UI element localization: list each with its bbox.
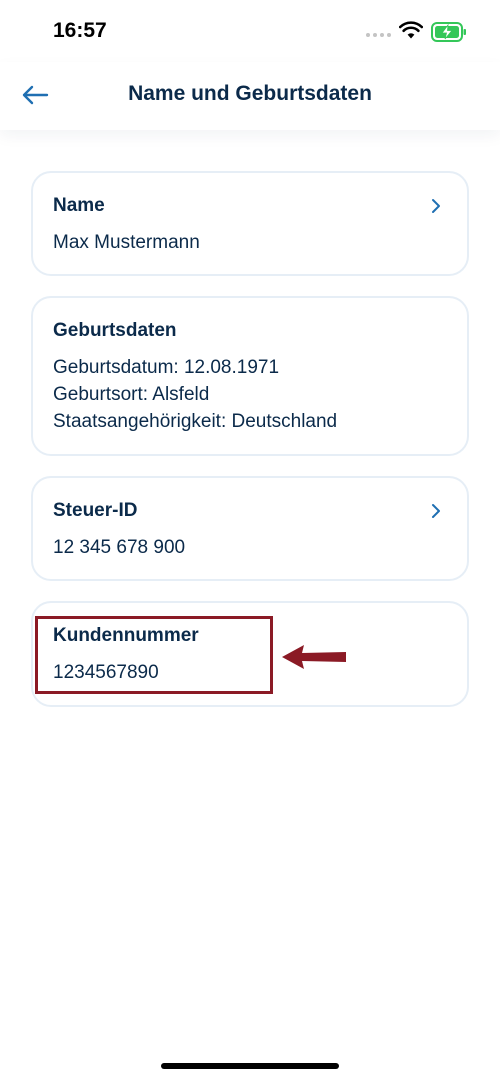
tax-card-title: Steuer-ID xyxy=(53,500,138,521)
chevron-right-icon xyxy=(431,503,441,524)
home-indicator[interactable] xyxy=(161,1063,339,1069)
nationality: Staatsangehörigkeit: Deutschland xyxy=(53,411,338,432)
name-card[interactable]: Name Max Mustermann xyxy=(31,171,469,276)
name-card-title: Name xyxy=(53,195,105,216)
status-time: 16:57 xyxy=(53,19,107,42)
cellular-signal-icon xyxy=(366,33,391,37)
status-bar: 16:57 xyxy=(0,0,500,62)
annotation-arrow-icon xyxy=(280,643,348,676)
annotation-highlight-box xyxy=(35,616,273,694)
birth-card-title: Geburtsdaten xyxy=(53,320,177,341)
birth-data-card: Geburtsdaten Geburtsdatum: 12.08.1971 Ge… xyxy=(31,296,469,456)
tax-id-card[interactable]: Steuer-ID 12 345 678 900 xyxy=(31,476,469,581)
wifi-icon xyxy=(398,21,424,44)
navigation-bar: Name und Geburtsdaten xyxy=(0,62,500,130)
birth-date: Geburtsdatum: 12.08.1971 xyxy=(53,357,280,378)
chevron-right-icon xyxy=(431,198,441,219)
birth-place: Geburtsort: Alsfeld xyxy=(53,384,210,405)
name-value: Max Mustermann xyxy=(53,232,200,253)
tax-id-value: 12 345 678 900 xyxy=(53,537,186,558)
page-title: Name und Geburtsdaten xyxy=(128,82,372,105)
battery-charging-icon xyxy=(431,22,467,47)
